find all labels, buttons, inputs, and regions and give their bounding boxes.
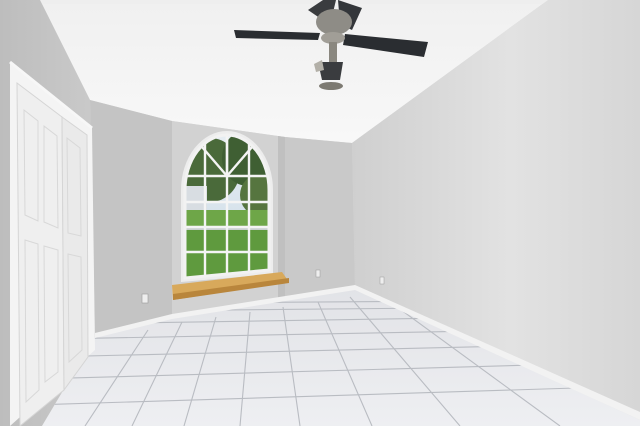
outlet-icon [141, 293, 149, 304]
room-photo [0, 0, 640, 426]
ceiling-top [40, 0, 550, 4]
outlet-icon [315, 269, 321, 278]
outlet-icon [379, 276, 385, 285]
room-svg [0, 0, 640, 426]
arched-window [181, 131, 273, 282]
back-wall-left [90, 100, 172, 337]
closet-door-right[interactable] [61, 116, 89, 392]
